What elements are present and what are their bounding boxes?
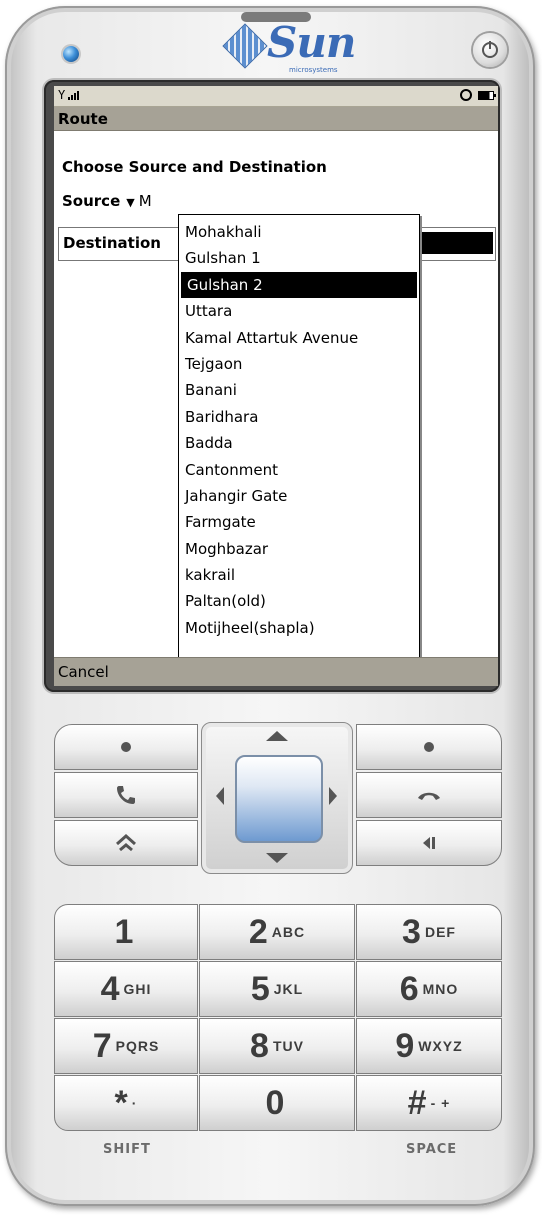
brand-subtitle: microsystems <box>289 66 338 74</box>
signal-strength-icon <box>68 91 79 100</box>
back-clear-button[interactable] <box>356 820 502 866</box>
brand-name: Sun <box>267 18 356 67</box>
sun-diamond-icon <box>222 23 268 69</box>
status-bar: Y <box>54 86 498 107</box>
battery-icon <box>478 90 496 100</box>
location-option[interactable]: Mohakhali <box>179 219 419 245</box>
key-5[interactable]: 5 JKL <box>199 961 355 1017</box>
left-soft-dot-icon <box>121 742 131 752</box>
key-hash[interactable]: # - + <box>356 1075 502 1131</box>
key-7[interactable]: 7 PQRS <box>54 1018 198 1074</box>
key-4[interactable]: 4 GHI <box>54 961 198 1017</box>
power-button[interactable] <box>473 33 507 67</box>
call-button[interactable] <box>54 772 198 818</box>
end-call-icon <box>418 792 440 800</box>
key-2[interactable]: 2 ABC <box>199 904 355 960</box>
screen-title: Route <box>54 107 498 131</box>
location-option[interactable]: Gulshan 2 <box>181 271 417 299</box>
destination-label: Destination <box>63 234 161 252</box>
location-option[interactable]: Kamal Attartuk Avenue <box>179 325 419 351</box>
power-icon <box>482 41 498 58</box>
right-softkey-button[interactable] <box>356 724 502 770</box>
cancel-softkey[interactable]: Cancel <box>58 663 109 681</box>
destination-focus-highlight <box>409 232 493 254</box>
form-heading: Choose Source and Destination <box>62 158 327 176</box>
navigation-dpad[interactable] <box>201 722 353 874</box>
key-9[interactable]: 9 WXYZ <box>356 1018 502 1074</box>
space-label: SPACE <box>406 1142 458 1157</box>
soft-key-bar: Cancel <box>54 657 498 686</box>
source-value: M <box>138 192 152 210</box>
key-6[interactable]: 6 MNO <box>356 961 502 1017</box>
home-icon <box>116 834 136 852</box>
key-8[interactable]: 8 TUV <box>199 1018 355 1074</box>
location-option[interactable]: Gulshan 1 <box>179 245 419 271</box>
location-option[interactable]: Uttara <box>179 298 419 324</box>
key-3[interactable]: 3 DEF <box>356 904 502 960</box>
location-option[interactable]: Moghbazar <box>179 536 419 562</box>
shift-label: SHIFT <box>103 1142 151 1157</box>
route-form: Choose Source and Destination Source ▼ M D… <box>54 132 498 686</box>
back-icon <box>423 837 435 849</box>
location-option[interactable]: Tejgaon <box>179 351 419 377</box>
home-button[interactable] <box>54 820 198 866</box>
key-0[interactable]: 0 <box>199 1075 355 1131</box>
dpad-down-icon[interactable] <box>266 853 288 863</box>
settings-indicator-icon <box>460 89 472 101</box>
location-option[interactable]: Baridhara <box>179 404 419 430</box>
key-star[interactable]: * · <box>54 1075 198 1131</box>
dpad-up-icon[interactable] <box>266 731 288 741</box>
key-1[interactable]: 1 <box>54 904 198 960</box>
location-option[interactable]: kakrail <box>179 562 419 588</box>
brand-logo: Sun microsystems <box>222 18 356 80</box>
location-popup-list[interactable]: Mohakhali Gulshan 1 Gulshan 2 Uttara Kamal A… <box>178 214 420 686</box>
phone-screen: Y Route Choose Source and Destination So… <box>54 86 498 686</box>
dropdown-arrow-icon: ▼ <box>126 196 135 209</box>
location-option[interactable]: Jahangir Gate <box>179 483 419 509</box>
location-option[interactable]: Badda <box>179 430 419 456</box>
location-option[interactable]: Cantonment <box>179 457 419 483</box>
source-choice[interactable]: Source ▼ M <box>62 192 152 210</box>
antenna-icon: Y <box>58 88 66 102</box>
phone-call-icon <box>117 786 135 804</box>
status-led <box>63 46 79 62</box>
end-call-button[interactable] <box>356 772 502 818</box>
source-label: Source <box>62 192 121 210</box>
dpad-select-button[interactable] <box>235 755 323 843</box>
location-option[interactable]: Farmgate <box>179 509 419 535</box>
location-option[interactable]: Banani <box>179 377 419 403</box>
location-option[interactable]: Motijheel(shapla) <box>179 615 419 641</box>
right-soft-dot-icon <box>424 742 434 752</box>
dpad-left-icon[interactable] <box>216 787 224 805</box>
left-softkey-button[interactable] <box>54 724 198 770</box>
location-option[interactable]: Paltan(old) <box>179 588 419 614</box>
location-options: Mohakhali Gulshan 1 Gulshan 2 Uttara Kamal A… <box>179 219 419 641</box>
dpad-right-icon[interactable] <box>329 787 337 805</box>
